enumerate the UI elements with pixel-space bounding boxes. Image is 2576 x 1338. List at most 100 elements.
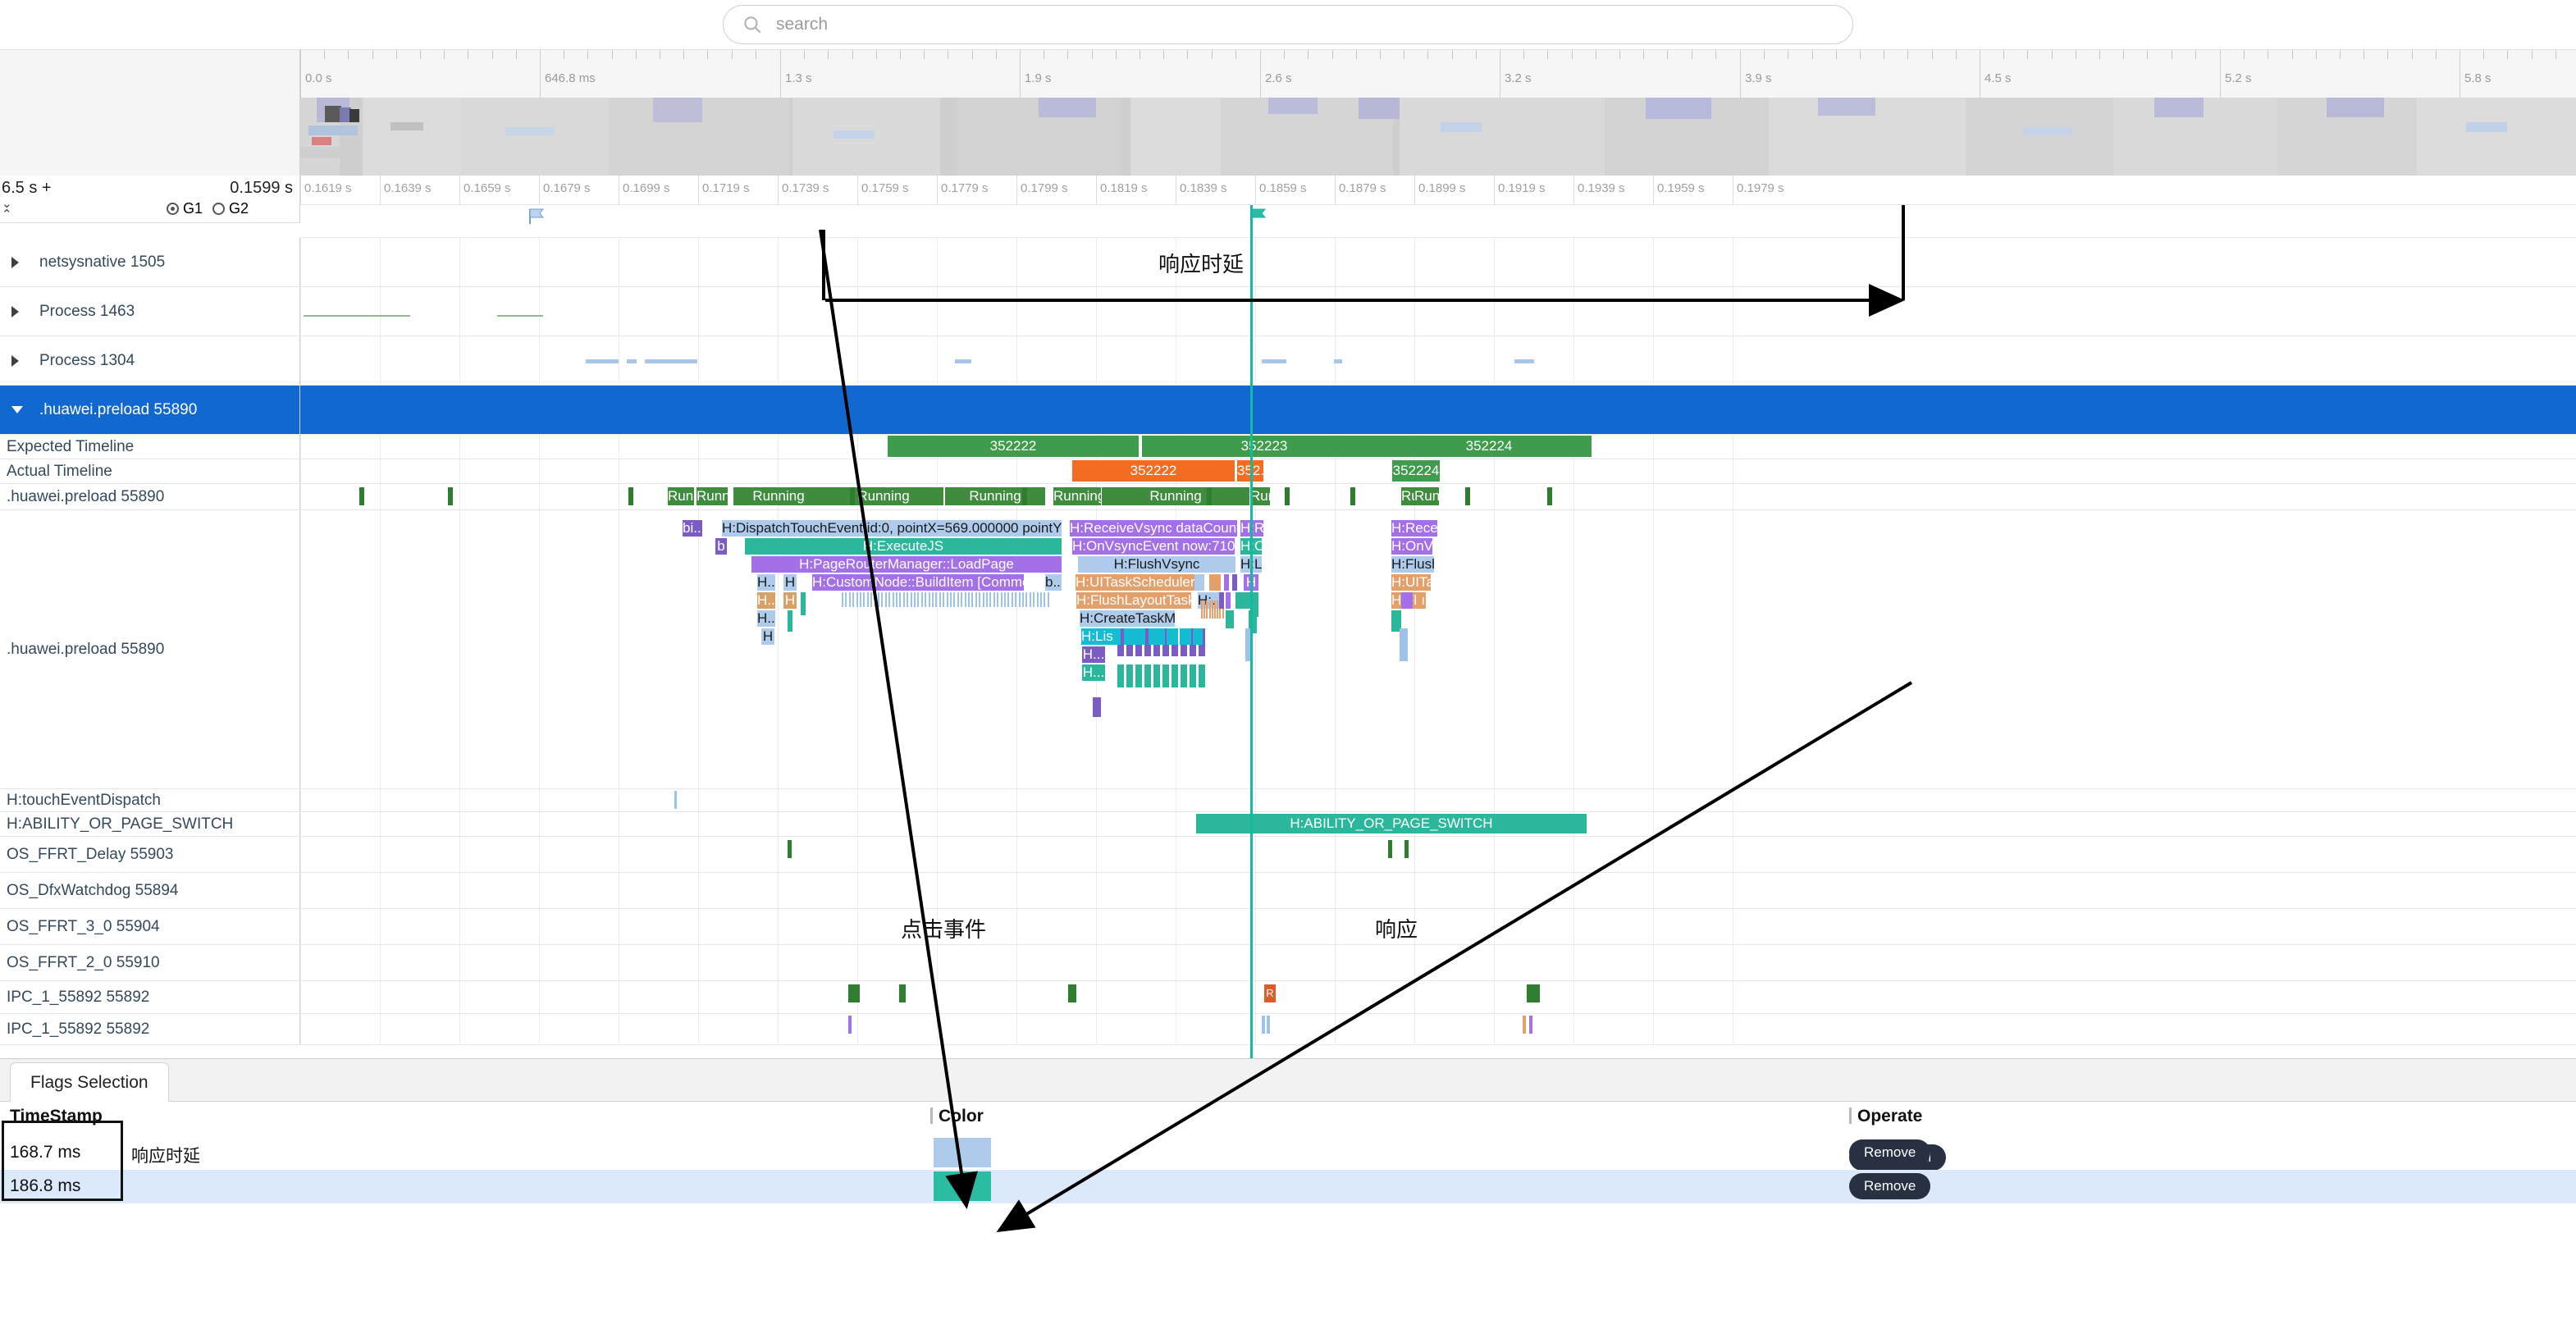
- detail-ruler[interactable]: 0.1619 s 0.1639 s 0.1659 s 0.1679 s 0.1699 s…: [300, 176, 2576, 205]
- track-canvas[interactable]: 352222352...352224: [300, 459, 2576, 483]
- trace-slice[interactable]: H...: [757, 592, 775, 609]
- track-canvas[interactable]: bi... H:DispatchTouchEvent id:0, pointX=5…: [300, 510, 2576, 788]
- flags-table-row[interactable]: 168.7 ms 响应时延 Remove: [0, 1136, 2576, 1170]
- track-label-11[interactable]: OS_DfxWatchdog 55894: [0, 873, 300, 908]
- track-canvas[interactable]: [300, 873, 2576, 908]
- trace-slice[interactable]: b...: [1045, 574, 1062, 591]
- chevron-right-icon[interactable]: [11, 256, 19, 268]
- chevron-right-icon[interactable]: [11, 354, 19, 367]
- running-state-tick[interactable]: [1547, 487, 1552, 505]
- track-row[interactable]: OS_FFRT_Delay 55903: [0, 837, 2576, 873]
- ipc-marker[interactable]: [1068, 984, 1076, 1002]
- track-label-14[interactable]: IPC_1_55892 55892: [0, 981, 300, 1013]
- overview-strip[interactable]: 0.0 s 646.8 ms 1.3 s 1.9 s 2.6 s 3.2 s 3.9 s 4.…: [0, 49, 2576, 176]
- actual-timeline-bar[interactable]: 352222: [1072, 460, 1235, 482]
- ffrt-delay-marker[interactable]: [788, 840, 792, 858]
- trace-slice[interactable]: H:FlushLayoutTask: [1076, 592, 1191, 609]
- track-label-8[interactable]: H:touchEventDispatch: [0, 789, 300, 811]
- ipc-marker[interactable]: [848, 984, 860, 1002]
- flag-marker-row[interactable]: [300, 205, 2576, 238]
- track-label-4[interactable]: Expected Timeline: [0, 435, 300, 459]
- tab-flags-selection[interactable]: Flags Selection: [10, 1062, 169, 1102]
- micro-slice[interactable]: [1180, 628, 1191, 645]
- group-radio-set[interactable]: G1 G2: [166, 200, 249, 217]
- flag-marker-teal-icon[interactable]: [1250, 208, 1268, 225]
- track-row[interactable]: H:touchEventDispatch: [0, 789, 2576, 812]
- expected-timeline-bar[interactable]: 352222: [888, 436, 1139, 457]
- track-row[interactable]: Expected Timeline 352222 352223 352224: [0, 435, 2576, 459]
- running-state-bar[interactable]: Runni...: [697, 487, 728, 505]
- running-state-tick[interactable]: [448, 487, 453, 505]
- micro-slice[interactable]: [1252, 592, 1258, 617]
- track-canvas[interactable]: Run...Runni...RunningRunningRunningRunni…: [300, 484, 2576, 509]
- running-state-tick[interactable]: [628, 487, 633, 505]
- ipc-marker[interactable]: [1527, 984, 1533, 1002]
- ipc-marker[interactable]: [1533, 984, 1540, 1002]
- trace-slice[interactable]: H:Lis...: [1081, 628, 1114, 645]
- track-canvas[interactable]: H:ABILITY_OR_PAGE_SWITCH: [300, 812, 2576, 836]
- group-radio-g1[interactable]: G1: [166, 200, 203, 217]
- track-list[interactable]: netsysnative 1505 Process 1463 Process 130…: [0, 238, 2576, 1058]
- micro-slice[interactable]: [1226, 610, 1234, 628]
- track-row[interactable]: OS_FFRT_2_0 55910: [0, 945, 2576, 981]
- track-label-2[interactable]: Process 1304: [0, 336, 300, 385]
- track-row[interactable]: Process 1463: [0, 287, 2576, 336]
- trace-slice[interactable]: H:DispatchTouchEvent id:0, pointX=569.00…: [722, 520, 1062, 537]
- running-state-tick[interactable]: [1350, 487, 1355, 505]
- track-label-9[interactable]: H:ABILITY_OR_PAGE_SWITCH: [0, 812, 300, 836]
- track-canvas[interactable]: [300, 789, 2576, 811]
- track-label-1[interactable]: Process 1463: [0, 287, 300, 336]
- flag-marker-blue-icon[interactable]: [528, 208, 546, 225]
- trace-slice[interactable]: H:ReceiveV...: [1391, 520, 1437, 537]
- track-row[interactable]: IPC_1_55892 55892 R: [0, 981, 2576, 1014]
- micro-slice[interactable]: [788, 610, 792, 632]
- remove-button[interactable]: Remove: [1849, 1139, 1931, 1166]
- running-state-bar[interactable]: Run...: [1250, 487, 1270, 505]
- track-canvas[interactable]: 352222 352223 352224: [300, 435, 2576, 459]
- ipc-marker[interactable]: [899, 984, 906, 1002]
- track-row[interactable]: Process 1304: [0, 336, 2576, 386]
- trace-slice[interactable]: H:ReceiveVsync dataCount:24bytes now:710…: [1070, 520, 1237, 537]
- track-canvas[interactable]: [300, 945, 2576, 980]
- cursor-line[interactable]: [1250, 238, 1253, 1058]
- running-state-bar[interactable]: Running: [733, 487, 824, 505]
- micro-slice[interactable]: [1193, 628, 1203, 645]
- trace-slice[interactable]: H...: [757, 574, 775, 591]
- micro-slice[interactable]: [801, 592, 806, 615]
- trace-slice[interactable]: H...: [757, 610, 775, 627]
- track-label-5[interactable]: Actual Timeline: [0, 459, 300, 483]
- group-radio-g2[interactable]: G2: [212, 200, 249, 217]
- running-state-tick[interactable]: [359, 487, 364, 505]
- track-canvas[interactable]: [300, 837, 2576, 872]
- running-state-tick[interactable]: [1207, 487, 1212, 505]
- ability-page-switch-bar[interactable]: H:ABILITY_OR_PAGE_SWITCH: [1196, 814, 1587, 833]
- running-state-bar[interactable]: Running: [824, 487, 943, 505]
- trace-slice[interactable]: H:FlushVs...: [1391, 556, 1434, 573]
- micro-slice[interactable]: [1416, 592, 1423, 609]
- micro-slice[interactable]: [1219, 592, 1224, 609]
- trace-slice[interactable]: H:UITaskScheduler::FlushTask: [1076, 574, 1197, 591]
- track-canvas[interactable]: [300, 1014, 2576, 1044]
- track-label-12[interactable]: OS_FFRT_3_0 55904: [0, 909, 300, 944]
- search-input[interactable]: search: [723, 5, 1853, 44]
- touch-dispatch-marker[interactable]: [674, 791, 677, 809]
- running-state-bar[interactable]: Run...: [668, 487, 694, 505]
- running-state-bar[interactable]: Running: [1102, 487, 1249, 505]
- track-row[interactable]: H:ABILITY_OR_PAGE_SWITCH H:ABILITY_OR_PAG…: [0, 812, 2576, 837]
- remove-button[interactable]: Remove: [1849, 1173, 1931, 1199]
- ipc-marker[interactable]: [1267, 1016, 1270, 1034]
- trace-slice[interactable]: b: [715, 538, 727, 555]
- trace-slice[interactable]: H: [761, 628, 774, 645]
- track-row[interactable]: Actual Timeline 352222352...352224: [0, 459, 2576, 484]
- micro-slice[interactable]: [1209, 574, 1221, 591]
- trace-slice[interactable]: H...: [1082, 664, 1105, 681]
- running-state-bar[interactable]: Run...: [1414, 487, 1439, 505]
- micro-slice[interactable]: [1124, 628, 1145, 645]
- trace-slice[interactable]: bi...: [683, 520, 702, 537]
- micro-slice[interactable]: [1226, 592, 1231, 609]
- track-row[interactable]: .huawei.preload 55890: [0, 386, 2576, 435]
- track-canvas[interactable]: [300, 909, 2576, 944]
- trace-slice[interactable]: H:CustomNode::BuildItem [CommonPage][sel…: [812, 574, 1024, 591]
- micro-slice[interactable]: [1224, 574, 1229, 591]
- trace-slice[interactable]: H:PageRouterManager::LoadPage: [751, 556, 1062, 573]
